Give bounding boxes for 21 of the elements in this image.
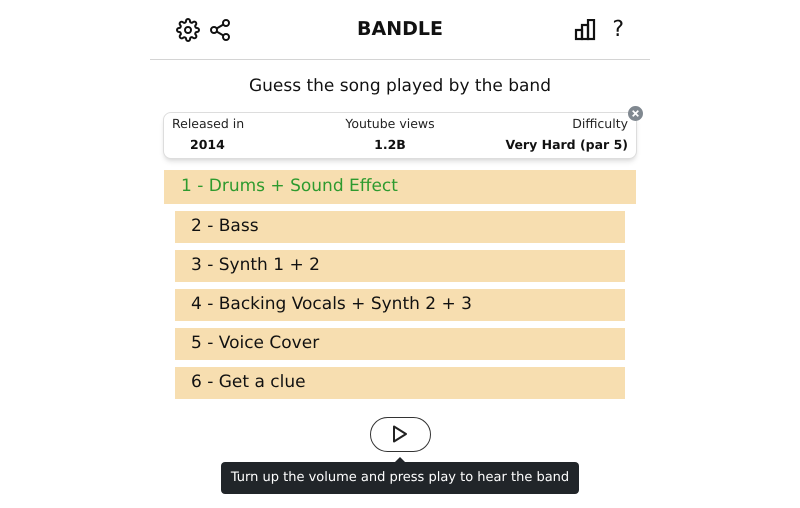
track-row[interactable]: 5 - Voice Cover — [175, 328, 625, 360]
help-button[interactable]: ? — [612, 18, 624, 40]
info-value: 2014 — [189, 136, 225, 154]
tooltip: Turn up the volume and press play to hear the band — [220, 462, 580, 494]
track-row[interactable]: 3 - Synth 1 + 2 — [175, 250, 625, 282]
track-row[interactable]: 2 - Bass — [175, 210, 625, 242]
info-label: Released in — [172, 115, 244, 134]
info-label: Difficulty — [572, 115, 628, 134]
play-button[interactable] — [370, 416, 430, 452]
instruction-text: Guess the song played by the band — [248, 75, 552, 98]
close-icon[interactable] — [628, 106, 643, 120]
info-value: 1.2B — [374, 136, 406, 154]
info-value: Very Hard (par 5) — [505, 136, 628, 154]
share-icon[interactable] — [208, 18, 232, 42]
tooltip-arrow-icon — [394, 456, 405, 462]
settings-icon[interactable] — [176, 18, 200, 42]
track-row[interactable]: 6 - Get a clue — [175, 366, 625, 398]
info-label: Youtube views — [345, 115, 435, 134]
play-icon — [392, 425, 408, 443]
app-title: BANDLE — [356, 17, 444, 42]
track-row[interactable]: 4 - Backing Vocals + Synth 2 + 3 — [175, 288, 625, 320]
